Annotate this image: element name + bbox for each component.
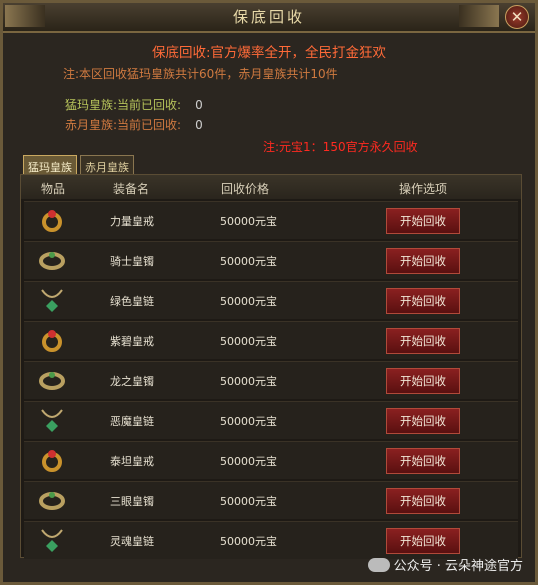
recycle-price: 50000元宝 — [220, 495, 277, 508]
start-recycle-button[interactable]: 开始回收 — [386, 248, 460, 274]
chiyue-status: 赤月皇族:当前已回收: 0 — [65, 116, 203, 133]
recycle-price: 50000元宝 — [220, 375, 277, 388]
start-recycle-button[interactable]: 开始回收 — [386, 208, 460, 234]
watermark-text: 公众号 · 云朵神途官方 — [393, 559, 523, 574]
necklace-icon — [38, 406, 66, 434]
table-row: 三眼皇镯 50000元宝 开始回收 — [24, 481, 518, 519]
chiyue-label: 赤月皇族:当前已回收: — [65, 118, 182, 132]
start-recycle-button[interactable]: 开始回收 — [386, 328, 460, 354]
table-row: 泰坦皇戒 50000元宝 开始回收 — [24, 441, 518, 479]
col-price: 回收价格 — [221, 182, 270, 196]
close-icon[interactable]: ✕ — [505, 5, 529, 29]
start-recycle-button[interactable]: 开始回收 — [386, 488, 460, 514]
equipment-name: 绿色皇链 — [110, 295, 154, 308]
mengma-label: 猛玛皇族:当前已回收: — [65, 98, 182, 112]
ornament-left — [5, 5, 45, 27]
ornament-right — [459, 5, 499, 27]
start-recycle-button[interactable]: 开始回收 — [386, 448, 460, 474]
necklace-icon — [38, 286, 66, 314]
recycle-price: 50000元宝 — [220, 255, 277, 268]
window-title: 保底回收 — [232, 8, 305, 26]
start-recycle-button[interactable]: 开始回收 — [386, 368, 460, 394]
equipment-name: 骑士皇镯 — [110, 255, 154, 268]
start-recycle-button[interactable]: 开始回收 — [386, 288, 460, 314]
col-item: 物品 — [41, 182, 66, 196]
wechat-logo-icon — [367, 558, 390, 572]
ring-icon — [38, 206, 66, 234]
watermark: 公众号 · 云朵神途官方 — [367, 555, 523, 574]
recycle-price: 50000元宝 — [220, 455, 277, 468]
bracelet-icon — [38, 486, 66, 514]
table-row: 龙之皇镯 50000元宝 开始回收 — [24, 361, 518, 399]
bracelet-icon — [38, 366, 66, 394]
recycle-price: 50000元宝 — [220, 215, 277, 228]
table-header: 物品 装备名 回收价格 操作选项 — [21, 175, 521, 199]
table-row: 紫碧皇戒 50000元宝 开始回收 — [24, 321, 518, 359]
exchange-rate-note: 注:元宝1：150官方永久回收 — [263, 140, 418, 154]
recycle-price: 50000元宝 — [220, 415, 277, 428]
ring-icon — [38, 326, 66, 354]
mengma-count: 0 — [195, 98, 203, 112]
recycle-note: 注:本区回收猛玛皇族共计60件，赤月皇族共计10件 — [63, 67, 338, 81]
start-recycle-button[interactable]: 开始回收 — [386, 408, 460, 434]
col-name: 装备名 — [113, 182, 150, 196]
start-recycle-button[interactable]: 开始回收 — [386, 528, 460, 554]
recycle-price: 50000元宝 — [220, 535, 277, 548]
equipment-name: 力量皇戒 — [110, 215, 154, 228]
chiyue-count: 0 — [195, 118, 203, 132]
recycle-window: 保底回收 ✕ 保底回收:官方爆率全开，全民打金狂欢 注:本区回收猛玛皇族共计60… — [0, 0, 538, 585]
recycle-price: 50000元宝 — [220, 295, 277, 308]
table-row: 绿色皇链 50000元宝 开始回收 — [24, 281, 518, 319]
col-action: 操作选项 — [399, 182, 448, 196]
recycle-table: 物品 装备名 回收价格 操作选项 力量皇戒 50000元宝 开始回收 骑士皇镯 5000… — [20, 174, 522, 559]
title-bar: 保底回收 ✕ — [3, 3, 535, 33]
table-row: 恶魔皇链 50000元宝 开始回收 — [24, 401, 518, 439]
equipment-name: 紫碧皇戒 — [110, 335, 154, 348]
ring-icon — [38, 446, 66, 474]
equipment-name: 泰坦皇戒 — [110, 455, 154, 468]
equipment-name: 恶魔皇链 — [110, 415, 154, 428]
recycle-price: 50000元宝 — [220, 335, 277, 348]
table-row: 骑士皇镯 50000元宝 开始回收 — [24, 241, 518, 279]
table-row: 灵魂皇链 50000元宝 开始回收 — [24, 521, 518, 559]
table-row: 力量皇戒 50000元宝 开始回收 — [24, 201, 518, 239]
equipment-name: 龙之皇镯 — [110, 375, 154, 388]
equipment-name: 灵魂皇链 — [110, 535, 154, 548]
mengma-status: 猛玛皇族:当前已回收: 0 — [65, 96, 203, 113]
necklace-icon — [38, 526, 66, 554]
equipment-name: 三眼皇镯 — [110, 495, 154, 508]
bracelet-icon — [38, 246, 66, 274]
recycle-headline: 保底回收:官方爆率全开，全民打金狂欢 — [151, 45, 387, 61]
